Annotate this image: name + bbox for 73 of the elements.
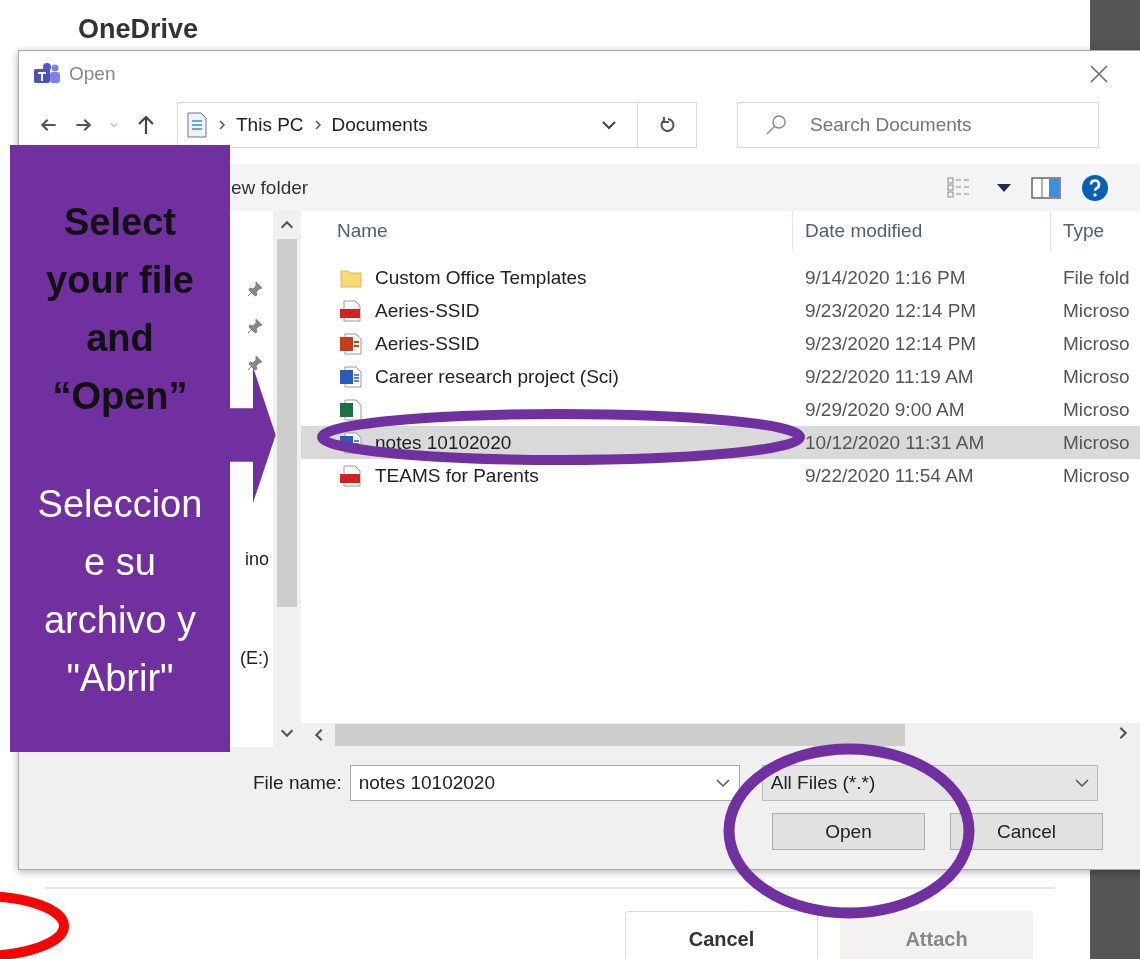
chevron-right-icon — [313, 120, 322, 130]
file-name-label: File name: — [253, 772, 342, 794]
breadcrumb[interactable]: This PC — [236, 114, 304, 136]
file-name: notes 10102020 — [375, 431, 512, 454]
new-folder-button[interactable]: ew folder — [231, 176, 309, 199]
type-cell-text: Microso — [1062, 431, 1131, 454]
instruction-text: Seleccion e su archivo y "Abrir" — [37, 482, 203, 701]
date-cell-text: 10/12/2020 11:31 AM — [804, 431, 986, 454]
pin-icon[interactable] — [247, 318, 263, 334]
pin-icon[interactable] — [247, 281, 263, 297]
document-icon — [186, 112, 208, 138]
pdf-file-icon — [339, 299, 363, 322]
page-title: OneDrive — [78, 14, 199, 45]
nav-item[interactable]: (E:) — [240, 648, 269, 669]
date-cell-text: 9/22/2020 11:54 AM — [804, 464, 975, 487]
file-name-field[interactable]: notes 10102020 — [349, 765, 740, 801]
scrollbar-thumb[interactable] — [335, 724, 905, 746]
chevron-down-icon[interactable] — [715, 778, 730, 788]
date-cell-text: 9/14/2020 1:16 PM — [804, 266, 967, 289]
type-cell-text: Microso — [1062, 398, 1131, 421]
file-row[interactable]: 9/29/2020 9:00 AM Microso — [301, 393, 1140, 426]
word-file-icon — [339, 431, 363, 454]
search-field[interactable]: Search Documents — [737, 102, 1099, 148]
date-cell-text: 9/29/2020 9:00 AM — [804, 398, 966, 421]
file-row[interactable]: TEAMS for Parents 9/22/2020 11:54 AM Microso — [301, 459, 1140, 492]
back-arrow-icon[interactable] — [41, 117, 57, 133]
type-cell-text: Microso — [1062, 365, 1131, 388]
type-cell-text: Microso — [1062, 464, 1131, 487]
search-icon — [765, 114, 787, 136]
file-row[interactable]: Aeries-SSID 9/23/2020 12:14 PM Microso — [301, 327, 1140, 360]
scrollbar-thumb[interactable] — [277, 239, 297, 607]
instruction-text: Select your file and “Open” — [46, 200, 194, 419]
date-cell-text: 9/23/2020 12:14 PM — [804, 332, 978, 355]
app-logo-icon — [33, 62, 61, 85]
file-row[interactable]: Custom Office Templates 9/14/2020 1:16 PM File fold — [301, 261, 1140, 294]
file-name: TEAMS for Parents — [375, 464, 539, 487]
preview-pane-icon[interactable] — [1031, 176, 1061, 199]
pdf-file-icon — [339, 464, 363, 487]
file-name: Custom Office Templates — [375, 266, 587, 289]
file-name: Career research project (Sci) — [375, 365, 619, 388]
file-name: Aeries-SSID — [375, 332, 480, 355]
window-edge — [1090, 0, 1140, 50]
nav-item[interactable]: ino — [244, 549, 269, 570]
forward-arrow-icon[interactable] — [75, 117, 91, 133]
date-cell-text: 9/23/2020 12:14 PM — [804, 299, 978, 322]
presentation-file-icon — [339, 332, 363, 355]
chevron-down-icon[interactable] — [601, 119, 617, 131]
window-title: Open — [69, 62, 116, 85]
breadcrumb[interactable]: Documents — [331, 114, 428, 136]
up-arrow-icon[interactable] — [137, 115, 155, 135]
file-row[interactable]: Career research project (Sci) 9/22/2020 11:19 AM Microso — [301, 360, 1140, 393]
pin-icon[interactable] — [247, 355, 263, 371]
dialog-button[interactable]: Cancel — [625, 911, 818, 959]
column-header[interactable]: Date modified — [793, 211, 1051, 251]
word-file-icon — [339, 365, 363, 388]
column-header[interactable]: Name — [301, 211, 793, 251]
caret-icon[interactable] — [997, 183, 1011, 192]
type-cell-text: Microso — [1062, 332, 1131, 355]
dialog-button[interactable]: Open — [772, 813, 925, 850]
file-name: Aeries-SSID — [375, 299, 480, 322]
dialog-button[interactable]: Cancel — [950, 813, 1103, 850]
refresh-icon[interactable] — [658, 116, 676, 134]
spreadsheet-file-icon — [339, 398, 363, 421]
close-icon[interactable] — [1089, 63, 1109, 84]
date-cell-text: 9/22/2020 11:19 AM — [804, 365, 975, 388]
column-header[interactable]: Type — [1051, 211, 1140, 251]
help-icon[interactable] — [1081, 173, 1109, 202]
chevron-down-icon — [1074, 778, 1089, 788]
chevron-right-icon — [218, 120, 226, 130]
type-cell-text: File fold — [1062, 266, 1131, 289]
file-type-dropdown[interactable]: All Files (*.*) — [761, 765, 1098, 801]
file-row[interactable]: Aeries-SSID 9/23/2020 12:14 PM Microso — [301, 294, 1140, 327]
type-cell-text: Microso — [1062, 299, 1131, 322]
